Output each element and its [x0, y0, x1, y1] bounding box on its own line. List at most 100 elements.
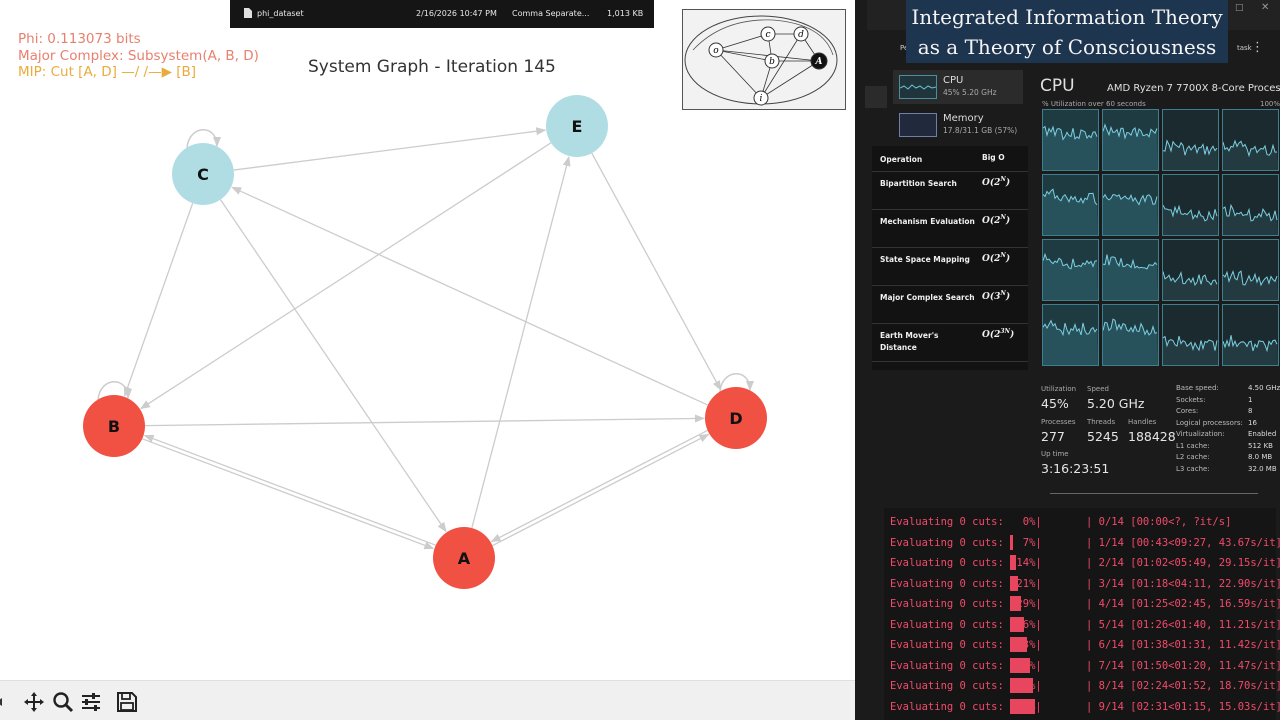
thumb-node-label: c: [765, 30, 770, 40]
cpu-core-graph: [1102, 239, 1159, 301]
cpu-mini-graph: [899, 75, 937, 99]
complexity-value: O(23N): [982, 328, 1015, 340]
cpu-core-graph: [1042, 239, 1099, 301]
node-D[interactable]: D: [705, 387, 767, 449]
spec-value: 512 KB: [1248, 441, 1273, 450]
node-C[interactable]: C: [172, 143, 234, 205]
banner-line-2: as a Theory of Consciousness: [917, 35, 1217, 59]
progress-bar: [1010, 657, 1030, 673]
cpu-core-graph: [1162, 304, 1219, 366]
node-B[interactable]: B: [83, 395, 145, 457]
complexity-value: O(2N): [982, 252, 1011, 264]
edge-B-D: [144, 414, 706, 427]
speed-label: Speed: [1087, 385, 1109, 393]
utilization-max: 100%: [1260, 100, 1280, 108]
processes-value: 277: [1041, 429, 1065, 444]
maximize-icon[interactable]: □: [1235, 3, 1244, 13]
spec-value: 32.0 MB: [1248, 464, 1277, 473]
save-icon[interactable]: [114, 689, 140, 715]
complexity-value: O(3N): [982, 290, 1011, 302]
progress-stats: | 1/14 [00:43<09:27, 43.67s/it]: [1086, 536, 1280, 549]
thumb-node-label: i: [760, 94, 763, 104]
node-A[interactable]: A: [433, 527, 495, 589]
spec-value: Enabled: [1248, 430, 1277, 438]
pan-icon[interactable]: [21, 689, 47, 715]
header-operation: Operation: [880, 155, 923, 164]
progress-bar: [1010, 698, 1035, 714]
progress-label: Evaluating 0 cuts: 21%|: [890, 577, 1042, 590]
operation-name: Bipartition Search: [880, 179, 957, 188]
cpu-core-graphs: [1042, 109, 1279, 369]
back-arrow-icon[interactable]: [0, 689, 12, 715]
uptime-value: 3:16:23:51: [1041, 461, 1110, 476]
progress-stats: | 4/14 [01:25<02:45, 16.59s/it]: [1086, 598, 1280, 610]
sidebar-tile[interactable]: [865, 86, 887, 108]
thumb-node-label: b: [769, 57, 775, 67]
edge-C-A: [219, 199, 447, 533]
spec-value: 8.0 MB: [1248, 453, 1273, 461]
progress-line: Evaluating 0 cuts: 64%| | 9/14 [02:31<01:…: [890, 697, 1280, 717]
cpu-core-graph: [1222, 304, 1279, 366]
progress-line: Evaluating 0 cuts: 29%| | 4/14 [01:25<02:…: [890, 594, 1280, 614]
edge-A-D: [492, 433, 710, 547]
cpu-core-graph: [1222, 174, 1279, 236]
table-row: Major Complex Search O(3N): [872, 286, 1028, 324]
more-options-icon[interactable]: ⋮: [1251, 40, 1264, 55]
cpu-core-graph: [1042, 174, 1099, 236]
spec-key: Sockets:: [1176, 395, 1206, 404]
close-icon[interactable]: ✕: [1261, 2, 1269, 13]
sidebar-item-sub: 45% 5.20 GHz: [943, 88, 997, 97]
cpu-core-graph: [1042, 304, 1099, 366]
utilization-caption: % Utilization over 60 seconds: [1042, 100, 1146, 108]
zoom-icon[interactable]: [50, 689, 76, 715]
utilization-label: Utilization: [1041, 385, 1077, 393]
edge-C-B: [123, 203, 194, 397]
edge-C-E: [233, 127, 547, 171]
spec-value: 4.50 GHz: [1248, 384, 1280, 392]
threads-value: 5245: [1087, 429, 1119, 444]
terminal-output: Evaluating 0 cuts: 0%| | 0/14 [00:00<?, ?…: [884, 508, 1280, 720]
configure-icon[interactable]: [78, 689, 104, 715]
cpu-core-graph: [1102, 304, 1159, 366]
spec-value: 8: [1248, 407, 1253, 415]
progress-line: Evaluating 0 cuts: 57%| | 8/14 [02:24<01:…: [890, 676, 1280, 696]
spec-key: L2 cache:: [1176, 453, 1210, 461]
edge-A-E: [471, 155, 571, 529]
edge-E-D: [591, 152, 722, 391]
file-row[interactable]: phi_dataset 2/16/2026 10:47 PM Comma Sep…: [230, 0, 654, 28]
speed-value: 5.20 GHz: [1087, 396, 1145, 411]
progress-stats: | 5/14 [01:26<01:40, 11.21s/it]: [1086, 618, 1280, 631]
progress-bar: [1010, 534, 1013, 550]
table-header: Operation Big O: [872, 146, 1028, 172]
progress-label: Evaluating 0 cuts: 14%|: [890, 557, 1042, 569]
sidebar-item-label: CPU: [943, 75, 964, 86]
graph-title: System Graph - Iteration 145: [308, 57, 556, 77]
complexity-value: O(2N): [982, 214, 1011, 226]
cpu-core-graph: [1222, 239, 1279, 301]
node-label: E: [572, 117, 583, 136]
sidebar-item-cpu[interactable]: CPU 45% 5.20 GHz: [893, 70, 1023, 104]
thumb-node-label: o: [713, 46, 719, 56]
node-E[interactable]: E: [546, 95, 608, 157]
spec-key: Cores:: [1176, 407, 1199, 415]
node-label: B: [108, 417, 120, 436]
uptime-label: Up time: [1041, 450, 1069, 458]
operation-name: Earth Mover's Distance: [880, 331, 939, 352]
table-row: Earth Mover's Distance O(23N): [872, 324, 1028, 362]
sidebar-item-memory[interactable]: Memory 17.8/31.1 GB (57%): [893, 108, 1023, 142]
threads-label: Threads: [1087, 418, 1116, 426]
sidebar-item-sub: 17.8/31.1 GB (57%): [943, 126, 1018, 135]
cpu-core-graph: [1162, 239, 1219, 301]
progress-bar: [1010, 637, 1027, 652]
file-size: 1,013 KB: [607, 9, 644, 18]
mip-text: MIP: Cut [A, D] —/ /—▶ [B]: [18, 64, 197, 80]
memory-mini-graph: [899, 113, 937, 137]
run-task-fragment[interactable]: task: [1237, 44, 1252, 52]
progress-bar: [1010, 678, 1033, 693]
complexity-table: Operation Big O Bipartition Search O(2N) M…: [872, 146, 1028, 370]
file-type: Comma Separate...: [512, 9, 590, 18]
cpu-core-graph: [1222, 109, 1279, 171]
node-label: D: [729, 409, 742, 428]
cpu-title: CPU: [1040, 76, 1075, 96]
node-label: C: [197, 165, 209, 184]
